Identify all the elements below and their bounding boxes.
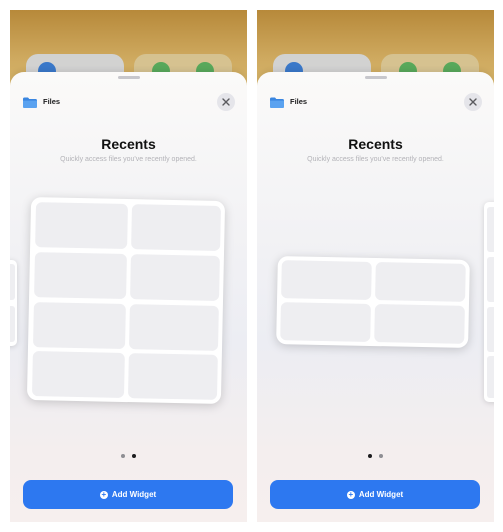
plus-circle-icon: +	[346, 489, 355, 499]
close-icon	[469, 98, 477, 106]
widget-title: Recents	[101, 136, 156, 152]
close-icon	[222, 98, 230, 106]
add-widget-button[interactable]: + Add Widget	[270, 480, 480, 509]
plus-circle-icon: +	[99, 489, 108, 499]
sheet-grabber[interactable]	[365, 76, 387, 79]
recent-file-placeholder	[128, 304, 219, 351]
widget-description: Quickly access files you've recently ope…	[60, 156, 197, 163]
widget-gallery-screen-left: Files Recents Quickly access files you'v…	[10, 10, 247, 522]
widget-gallery-screen-right: Files Recents Quickly access files you'v…	[257, 10, 494, 522]
recent-file-placeholder	[130, 254, 220, 301]
widget-sheet: Files Recents Quickly access files you'v…	[10, 72, 247, 522]
recent-file-placeholder	[34, 252, 127, 300]
page-dot[interactable]	[121, 454, 125, 458]
page-indicator[interactable]	[10, 454, 247, 458]
widget-preview-large[interactable]	[26, 196, 226, 405]
add-widget-button[interactable]: + Add Widget	[23, 480, 233, 509]
folder-icon	[23, 97, 37, 108]
folder-icon	[270, 97, 284, 108]
recent-file-placeholder	[127, 353, 218, 400]
recent-file-placeholder	[35, 202, 129, 250]
widget-preview-medium[interactable]	[276, 255, 470, 349]
sheet-grabber[interactable]	[118, 76, 140, 79]
close-button[interactable]	[217, 93, 235, 111]
add-widget-label: Add Widget	[358, 490, 404, 499]
recent-file-placeholder	[374, 304, 465, 344]
page-dot-active[interactable]	[368, 454, 372, 458]
previous-widget-peek[interactable]	[10, 260, 17, 346]
app-name: Files	[43, 97, 61, 106]
widget-description: Quickly access files you've recently ope…	[307, 156, 444, 163]
next-widget-peek[interactable]	[484, 202, 494, 402]
recent-file-placeholder	[281, 260, 372, 300]
recent-file-placeholder	[280, 302, 371, 342]
recent-file-placeholder	[375, 262, 466, 302]
recent-file-placeholder	[131, 204, 222, 251]
add-widget-label: Add Widget	[111, 490, 157, 499]
recent-file-placeholder	[33, 302, 126, 349]
page-dot[interactable]	[379, 454, 383, 458]
close-button[interactable]	[464, 93, 482, 111]
widget-sheet: Files Recents Quickly access files you'v…	[257, 72, 494, 522]
app-name: Files	[290, 97, 308, 106]
widget-title: Recents	[348, 136, 403, 152]
recent-file-placeholder	[31, 351, 125, 398]
page-dot-active[interactable]	[132, 454, 136, 458]
page-indicator[interactable]	[257, 454, 494, 458]
